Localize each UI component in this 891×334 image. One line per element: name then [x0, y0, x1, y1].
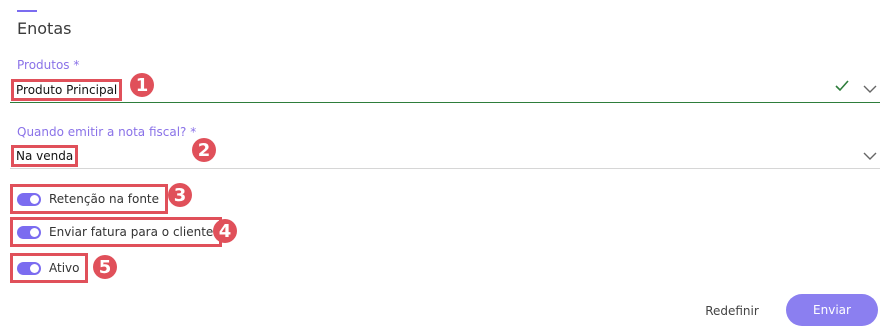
toggle-enviar-fatura[interactable]: Enviar fatura para o cliente — [10, 217, 223, 247]
annotation-badge-2: 2 — [192, 138, 216, 162]
toggle-switch[interactable] — [17, 261, 41, 275]
emitir-underline — [10, 168, 880, 169]
toggle-ativo[interactable]: Ativo — [10, 253, 89, 283]
toggle-retencao-label: Retenção na fonte — [49, 192, 160, 206]
toggle-knob — [30, 194, 39, 204]
reset-button[interactable]: Redefinir — [692, 296, 772, 326]
toggle-switch[interactable] — [17, 192, 41, 206]
toggle-enviar-fatura-label: Enviar fatura para o cliente — [49, 225, 214, 239]
submit-button[interactable]: Enviar — [786, 294, 878, 326]
toggle-knob — [30, 227, 39, 237]
produtos-underline — [10, 102, 880, 103]
annotation-badge-5: 5 — [93, 255, 117, 279]
section-accent-line — [17, 10, 37, 12]
toggle-switch[interactable] — [17, 225, 41, 239]
produtos-value: Produto Principal — [11, 79, 123, 101]
chevron-down-icon[interactable] — [862, 81, 878, 97]
emitir-select[interactable]: Na venda — [10, 141, 880, 169]
annotation-badge-3: 3 — [168, 183, 192, 207]
check-icon — [835, 80, 849, 92]
section-title: Enotas — [17, 19, 72, 38]
chevron-down-icon[interactable] — [862, 148, 878, 164]
produtos-label: Produtos * — [17, 58, 80, 72]
emitir-label: Quando emitir a nota fiscal? * — [17, 125, 197, 139]
emitir-value: Na venda — [11, 145, 79, 167]
toggle-retencao[interactable]: Retenção na fonte — [10, 184, 169, 214]
annotation-badge-1: 1 — [130, 73, 154, 97]
annotation-badge-4: 4 — [213, 219, 237, 243]
toggle-ativo-label: Ativo — [49, 261, 80, 275]
toggle-knob — [30, 263, 39, 273]
